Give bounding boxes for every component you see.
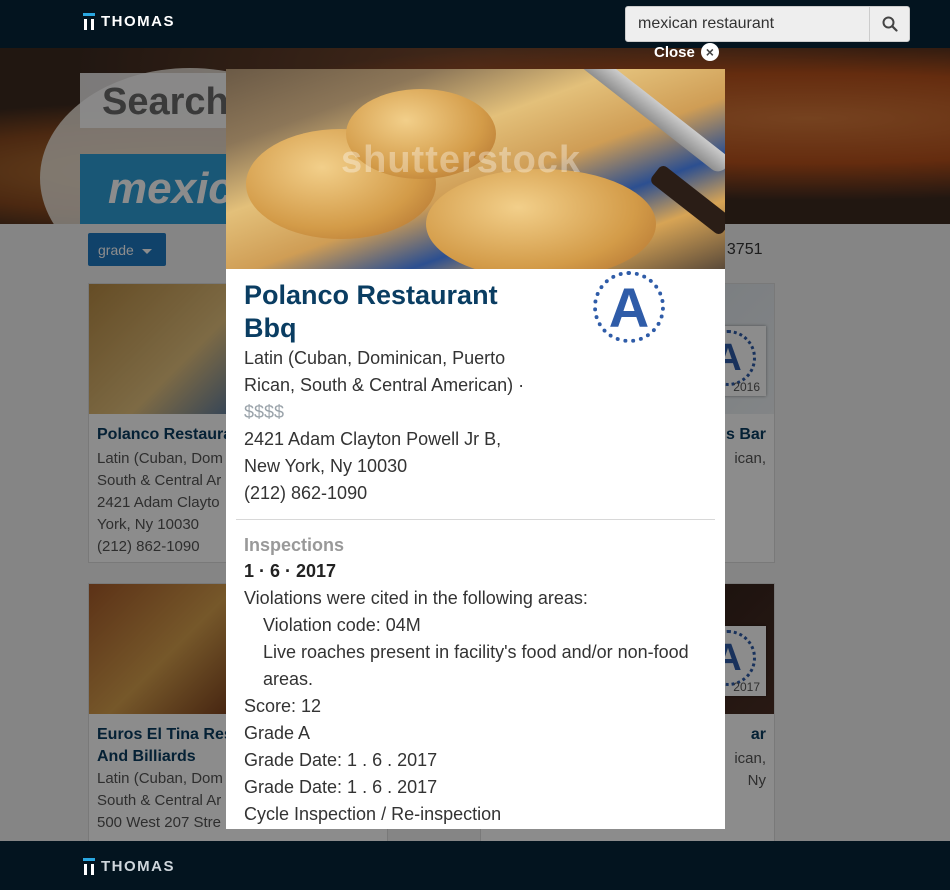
grade-date: Grade Date: 1 . 6 . 2017 [244, 777, 438, 797]
restaurant-name: Polanco Restaurant Bbq [244, 280, 498, 343]
search-input[interactable] [626, 7, 869, 41]
violations-intro: Violations were cited in the following a… [244, 588, 588, 608]
close-label: Close [654, 43, 695, 61]
search-button[interactable] [869, 7, 909, 41]
search-bar [625, 6, 910, 42]
close-button[interactable]: Close × [654, 43, 719, 61]
grade: Grade A [244, 723, 311, 743]
divider [236, 519, 715, 520]
thomas-logo[interactable]: THOMAS [83, 13, 175, 30]
grade-stamp: A [593, 271, 667, 351]
restaurant-detail-modal: shutterstock A Polanco Restaurant Bbq La… [226, 69, 725, 829]
price-level: $$$$ [244, 402, 285, 422]
search-icon [882, 16, 898, 32]
logo-icon [83, 858, 95, 875]
inspection-date: 1 · 6 · 2017 [244, 561, 337, 581]
cuisine-text: Latin (Cuban, Dominican, Puerto Rican, S… [244, 348, 525, 395]
close-icon: × [700, 43, 719, 61]
top-navbar: THOMAS [0, 0, 950, 48]
logo-icon [83, 13, 95, 30]
address: 2421 Adam Clayton Powell Jr B, New York,… [244, 429, 502, 476]
cuisine-price: Latin (Cuban, Dominican, Puerto Rican, S… [244, 345, 534, 426]
phone[interactable]: (212) 862-1090 [244, 480, 707, 507]
grade-a-icon: A [593, 271, 665, 343]
inspections-heading: Inspections [244, 535, 345, 555]
grade-date: Grade Date: 1 . 6 . 2017 [244, 750, 438, 770]
modal-body: A Polanco Restaurant Bbq Latin (Cuban, D… [226, 269, 725, 828]
footer: THOMAS [0, 841, 950, 890]
violation-description: Live roaches present in facility's food … [263, 642, 689, 689]
score: Score: 12 [244, 696, 322, 716]
logo-text: THOMAS [101, 858, 175, 875]
photo-watermark: shutterstock [341, 139, 582, 181]
violation-code: Violation code: 04M [263, 615, 421, 635]
logo-text: THOMAS [101, 13, 175, 30]
footer-logo[interactable]: THOMAS [83, 858, 175, 875]
inspection-type: Cycle Inspection / Re-inspection [244, 804, 502, 824]
restaurant-photo: shutterstock [226, 69, 725, 269]
